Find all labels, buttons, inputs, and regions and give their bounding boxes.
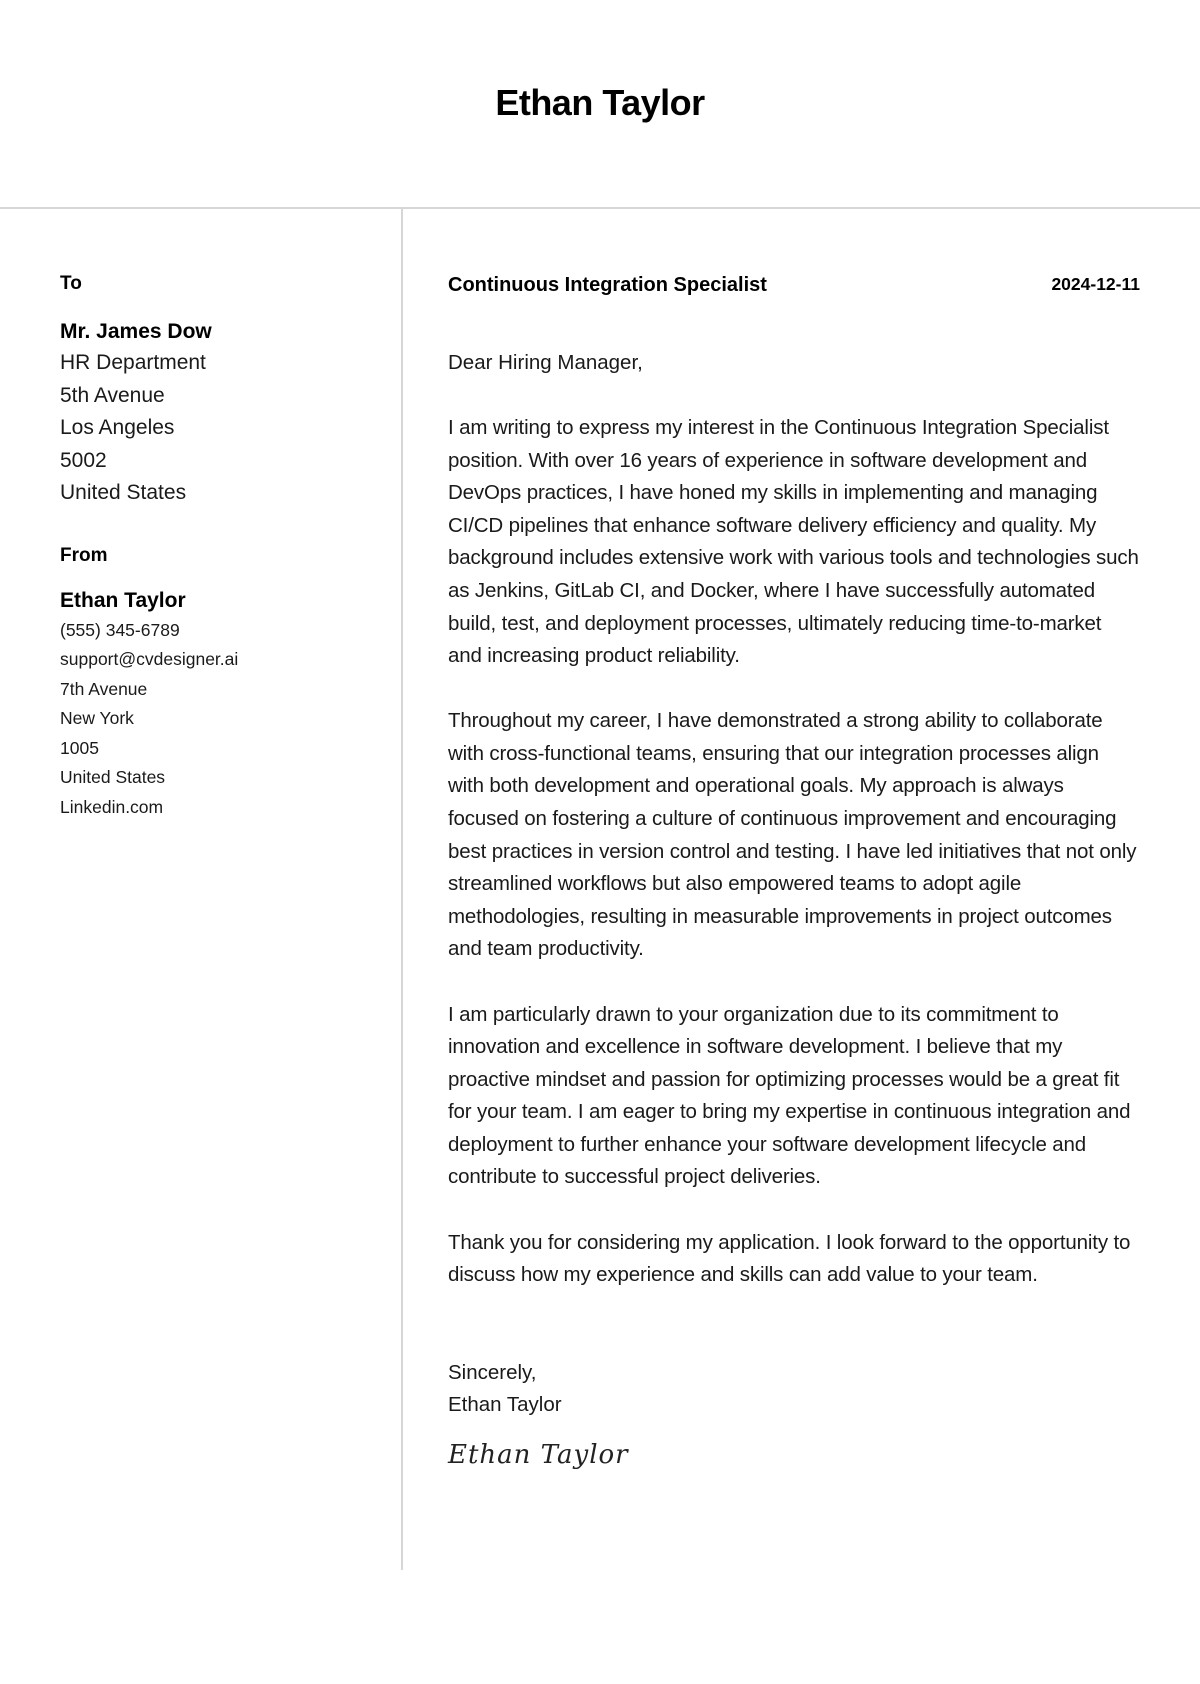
header-divider xyxy=(0,207,1200,209)
sender-country: United States xyxy=(60,767,166,787)
job-title: Continuous Integration Specialist xyxy=(448,274,767,296)
paragraph: I am particularly drawn to your organiza… xyxy=(448,1002,1131,1189)
sender-email: support@cvdesigner.ai xyxy=(60,649,239,669)
recipient-name: Mr. James Dow xyxy=(60,320,212,343)
sender-phone: (555) 345-6789 xyxy=(60,619,180,640)
greeting: Dear Hiring Manager, xyxy=(448,351,643,374)
paragraph: Thank you for considering my application… xyxy=(448,1230,1131,1287)
sidebar: To Mr. James Dow HR Department 5th Avenu… xyxy=(60,272,380,822)
letter-header: Continuous Integration Specialist 2024-1… xyxy=(448,272,1140,298)
letter-date: 2024-12-11 xyxy=(1051,274,1140,294)
recipient-department: HR Department xyxy=(60,351,206,374)
recipient-street: 5th Avenue xyxy=(60,383,165,407)
sender-website: Linkedin.com xyxy=(60,796,164,817)
sender-name: Ethan Taylor xyxy=(60,588,186,612)
recipient-country: United States xyxy=(60,481,187,504)
letter-body: Continuous Integration Specialist 2024-1… xyxy=(448,272,1140,1470)
document-title-name: Ethan Taylor xyxy=(495,82,705,123)
sender-city: New York xyxy=(60,708,134,728)
closing-name: Ethan Taylor xyxy=(448,1393,562,1417)
paragraph: I am writing to express my interest in t… xyxy=(448,416,1139,668)
closing-phrase: Sincerely, xyxy=(448,1360,537,1384)
recipient-label: To xyxy=(60,273,82,294)
closing-block: Sincerely, Ethan Taylor xyxy=(448,1357,1140,1422)
recipient-city: Los Angeles xyxy=(60,416,175,439)
paragraph: Throughout my career, I have demonstrate… xyxy=(448,709,1137,961)
sender-street: 7th Avenue xyxy=(60,678,148,699)
recipient-zip: 5002 xyxy=(60,448,107,472)
sender-block: From Ethan Taylor (555) 345-6789 support… xyxy=(60,544,380,823)
column-divider xyxy=(401,209,403,1570)
signature: Ethan Taylor xyxy=(448,1439,629,1470)
sender-label: From xyxy=(60,544,108,566)
recipient-block: To Mr. James Dow HR Department 5th Avenu… xyxy=(60,272,380,510)
sender-zip: 1005 xyxy=(60,737,99,758)
